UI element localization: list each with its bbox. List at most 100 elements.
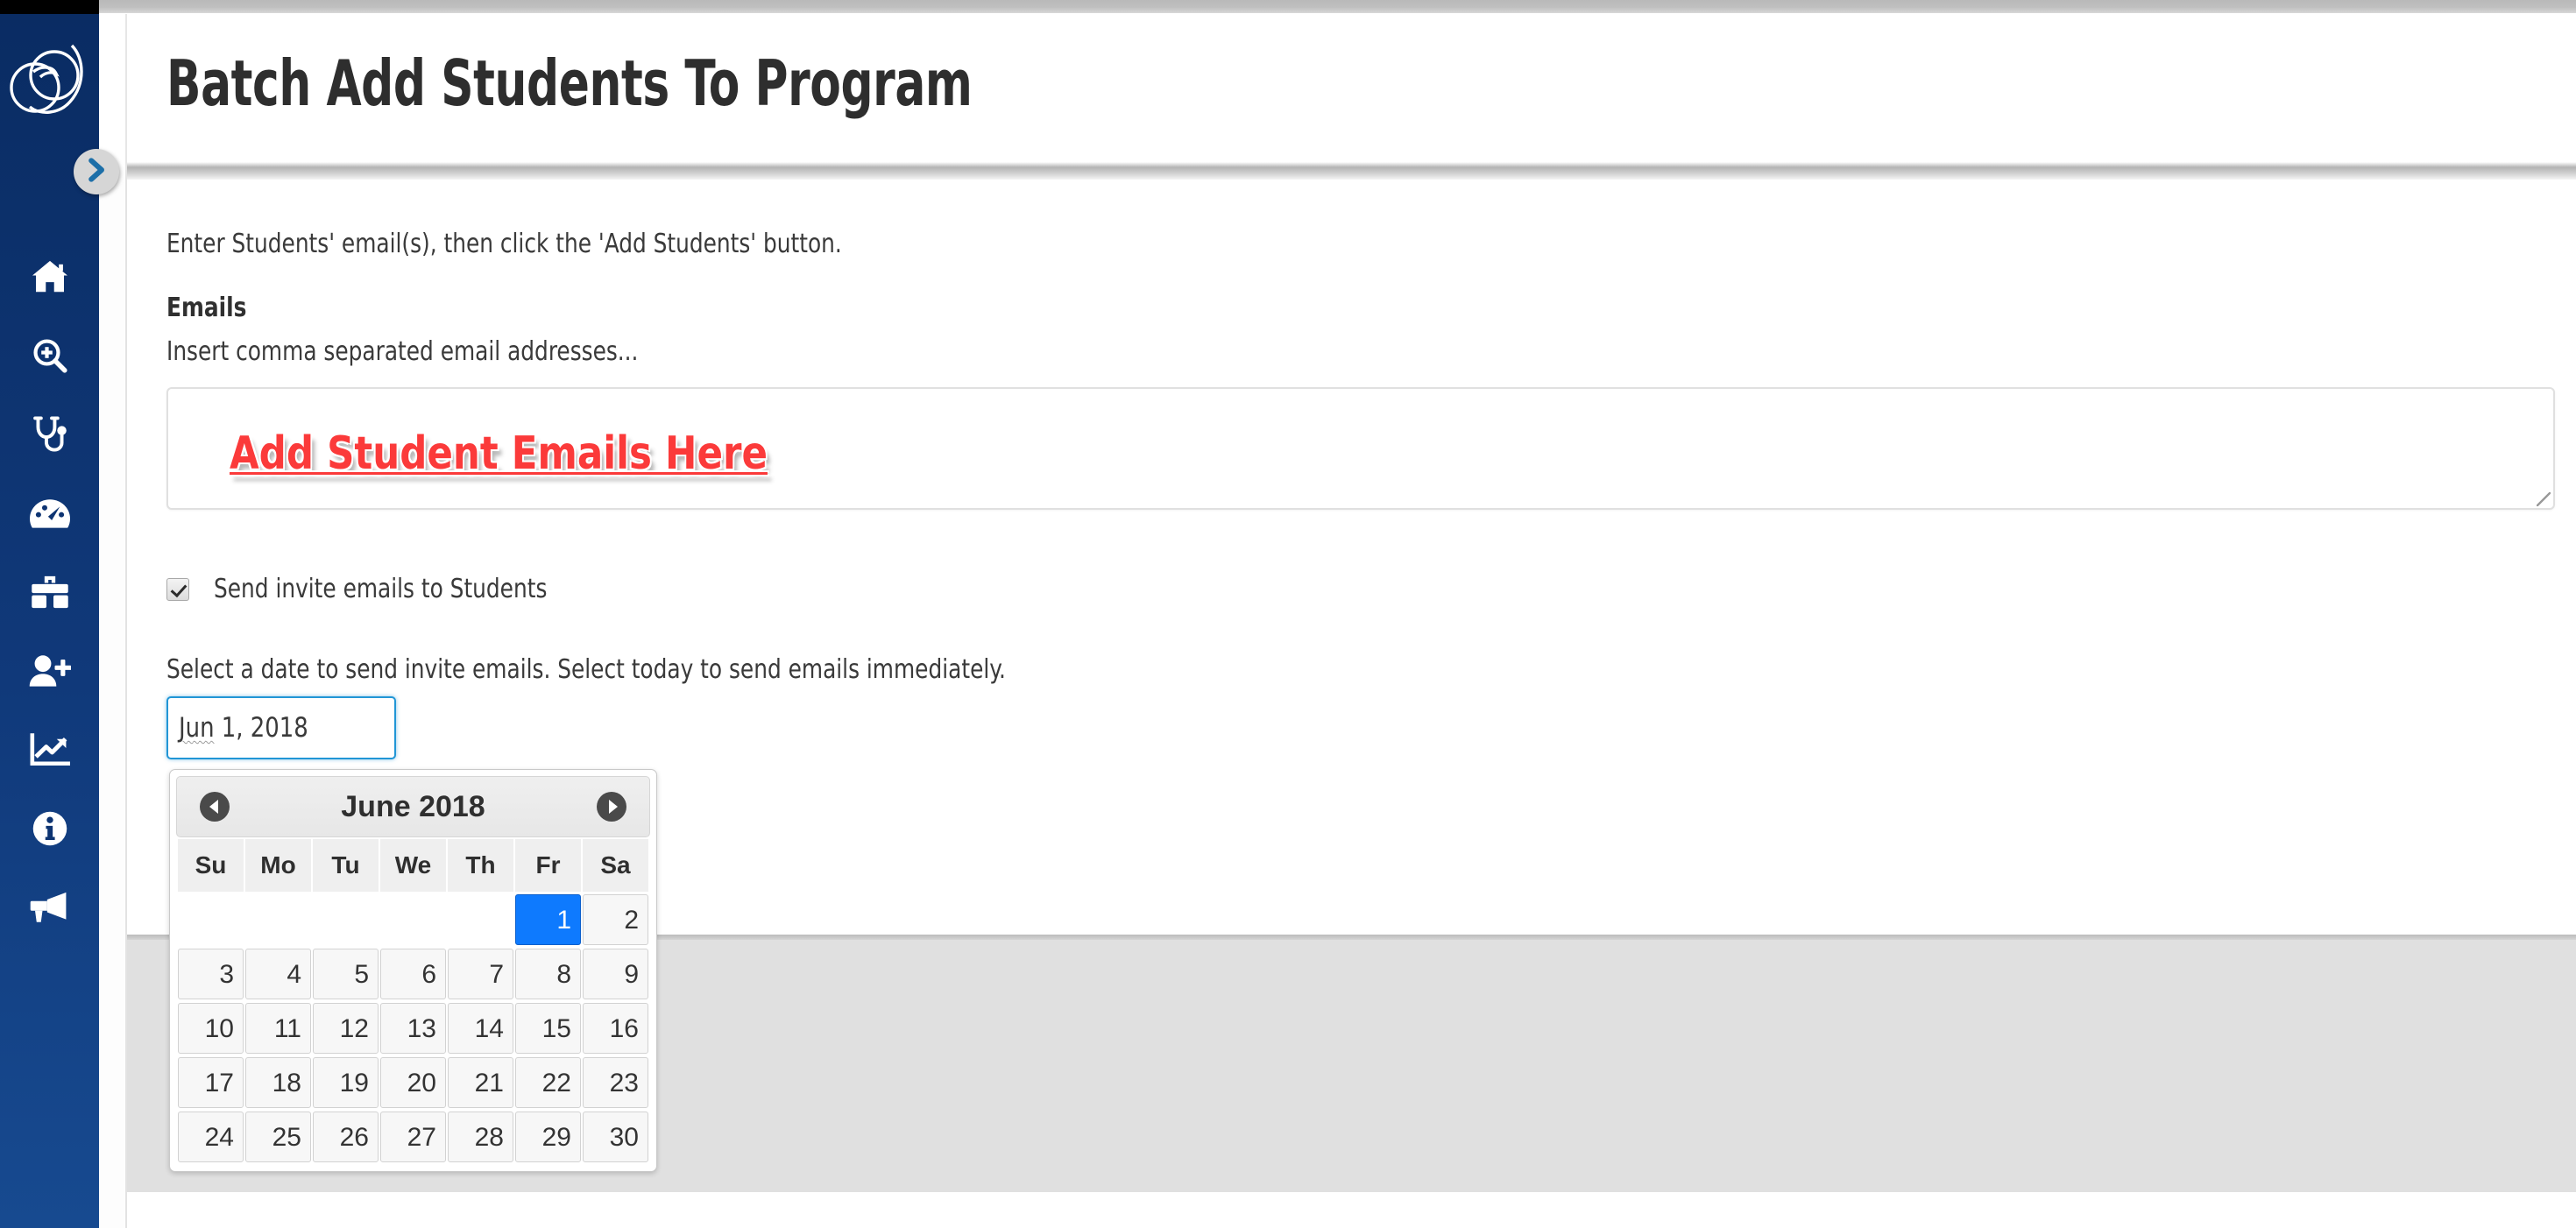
home-icon — [31, 259, 69, 294]
datepicker-day-cell: 13 — [380, 1002, 446, 1055]
datepicker-day-7[interactable]: 7 — [448, 949, 513, 999]
sidebar-item-clinical[interactable] — [0, 395, 99, 474]
datepicker-day-24[interactable]: 24 — [178, 1112, 244, 1162]
datepicker-empty-cell-wrap — [245, 893, 311, 946]
datepicker-day-cell: 7 — [448, 948, 513, 1000]
sidebar-item-reports[interactable] — [0, 710, 99, 789]
info-circle-icon — [32, 810, 68, 847]
datepicker-day-11[interactable]: 11 — [245, 1003, 311, 1054]
datepicker-day-cell: 28 — [448, 1111, 513, 1163]
datepicker-weeks: 1 2 3 4 5 6 7 8 9 10 11 12 13 14 15 16 17 18 19 20 21 22 23 24 2… — [178, 893, 648, 1163]
datepicker-day-cell: 27 — [380, 1111, 446, 1163]
datepicker-empty-cell — [245, 894, 311, 945]
datepicker-day-10[interactable]: 10 — [178, 1003, 244, 1054]
datepicker-day-28[interactable]: 28 — [448, 1112, 513, 1162]
datepicker-day-1[interactable]: 1 — [515, 894, 581, 945]
send-invite-checkbox[interactable] — [166, 577, 189, 601]
datepicker-day-30[interactable]: 30 — [583, 1112, 648, 1162]
datepicker-day-3[interactable]: 3 — [178, 949, 244, 999]
datepicker-day-cell: 8 — [515, 948, 581, 1000]
datepicker-weekday-sa: Sa — [583, 839, 648, 892]
annotation-add-student-emails-here: Add Student Emails Here — [230, 427, 768, 480]
datepicker-day-13[interactable]: 13 — [380, 1003, 446, 1054]
datepicker-empty-cell — [313, 894, 379, 945]
sidebar-item-toolbox[interactable] — [0, 553, 99, 632]
datepicker-day-17[interactable]: 17 — [178, 1057, 244, 1108]
datepicker-day-26[interactable]: 26 — [313, 1112, 379, 1162]
datepicker-day-cell: 4 — [245, 948, 311, 1000]
datepicker-day-15[interactable]: 15 — [515, 1003, 581, 1054]
sidebar-item-announcements[interactable] — [0, 868, 99, 947]
sidebar-item-home[interactable] — [0, 237, 99, 316]
datepicker-day-cell: 6 — [380, 948, 446, 1000]
datepicker-day-19[interactable]: 19 — [313, 1057, 379, 1108]
datepicker-day-29[interactable]: 29 — [515, 1112, 581, 1162]
datepicker-day-2[interactable]: 2 — [583, 894, 648, 945]
datepicker-week-row: 10 11 12 13 14 15 16 — [178, 1002, 648, 1055]
stethoscope-icon — [32, 415, 68, 454]
datepicker-prev-month-button[interactable] — [200, 792, 230, 822]
datepicker-day-27[interactable]: 27 — [380, 1112, 446, 1162]
date-instruction-text: Select a date to send invite emails. Sel… — [166, 654, 1006, 685]
invite-date-input-value: Jun 1, 2018 — [179, 712, 308, 744]
datepicker-day-25[interactable]: 25 — [245, 1112, 311, 1162]
title-divider — [127, 162, 2576, 180]
datepicker-empty-cell — [380, 894, 446, 945]
datepicker-day-cell: 19 — [313, 1056, 379, 1109]
datepicker-day-cell: 14 — [448, 1002, 513, 1055]
datepicker-day-18[interactable]: 18 — [245, 1057, 311, 1108]
datepicker-day-cell: 3 — [178, 948, 244, 1000]
datepicker-week-row: 3456789 — [178, 948, 648, 1000]
send-invite-checkbox-row[interactable]: Send invite emails to Students — [166, 574, 576, 604]
datepicker-day-20[interactable]: 20 — [380, 1057, 446, 1108]
page-bottom-strip — [99, 1192, 2576, 1228]
expand-sidebar-button[interactable] — [74, 149, 119, 194]
sidebar-item-dashboard[interactable] — [0, 474, 99, 553]
datepicker-day-cell: 16 — [583, 1002, 648, 1055]
datepicker-day-21[interactable]: 21 — [448, 1057, 513, 1108]
datepicker-day-cell: 30 — [583, 1111, 648, 1163]
main-content: Batch Add Students To Program Enter Stud… — [127, 13, 2576, 1172]
sidebar-gutter-top — [99, 14, 127, 170]
datepicker-day-14[interactable]: 14 — [448, 1003, 513, 1054]
date-value-month: Jun — [179, 712, 215, 744]
datepicker-next-month-button[interactable] — [597, 792, 626, 822]
datepicker-day-8[interactable]: 8 — [515, 949, 581, 999]
datepicker-day-22[interactable]: 22 — [515, 1057, 581, 1108]
datepicker-day-23[interactable]: 23 — [583, 1057, 648, 1108]
datepicker-day-5[interactable]: 5 — [313, 949, 379, 999]
datepicker-weekday-tu: Tu — [313, 839, 379, 892]
chart-line-icon — [30, 733, 70, 766]
datepicker-day-4[interactable]: 4 — [245, 949, 311, 999]
datepicker-day-12[interactable]: 12 — [313, 1003, 379, 1054]
sidebar-item-search[interactable] — [0, 316, 99, 395]
datepicker-header: June 2018 — [176, 776, 650, 837]
sidebar-item-info[interactable] — [0, 789, 99, 868]
toolbox-icon — [31, 575, 69, 610]
datepicker-day-9[interactable]: 9 — [583, 949, 648, 999]
datepicker-day-cell: 10 — [178, 1002, 244, 1055]
datepicker-weekday-we: We — [380, 839, 446, 892]
datepicker-empty-cell-wrap — [313, 893, 379, 946]
sidebar-nav — [0, 237, 99, 947]
datepicker-day-cell: 18 — [245, 1056, 311, 1109]
datepicker-day-cell: 11 — [245, 1002, 311, 1055]
datepicker-day-cell: 29 — [515, 1111, 581, 1163]
brand-logo[interactable] — [4, 33, 95, 124]
sidebar — [0, 14, 99, 1228]
datepicker-day-cell: 15 — [515, 1002, 581, 1055]
datepicker-popup: June 2018 Su Mo Tu We Th Fr Sa 1 2 3 4 5 6 7 8 9 10 11 12… — [169, 769, 657, 1172]
textarea-resize-handle[interactable] — [2537, 492, 2551, 506]
send-invite-checkbox-label: Send invite emails to Students — [214, 574, 548, 604]
emails-field-label: Emails — [166, 293, 247, 323]
datepicker-day-16[interactable]: 16 — [583, 1003, 648, 1054]
datepicker-day-cell: 1 — [515, 893, 581, 946]
dashboard-gauge-icon — [29, 498, 70, 528]
invite-date-input[interactable]: Jun 1, 2018 — [166, 696, 396, 759]
search-plus-icon — [32, 337, 68, 374]
intro-instruction-text: Enter Students' email(s), then click the… — [166, 229, 842, 259]
top-black-strip — [0, 0, 99, 14]
sidebar-item-add-user[interactable] — [0, 632, 99, 710]
datepicker-day-6[interactable]: 6 — [380, 949, 446, 999]
datepicker-weekday-fr: Fr — [515, 839, 581, 892]
